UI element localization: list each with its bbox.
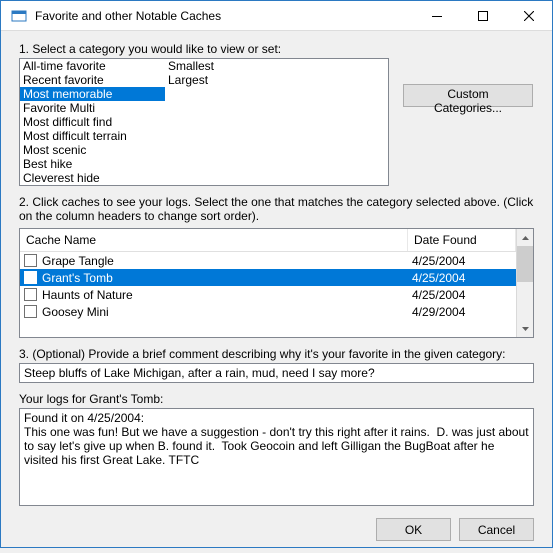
table-row[interactable]: Goosey Mini 4/29/2004 xyxy=(20,303,516,320)
category-listbox[interactable]: All-time favoriteSmallestRecent favorite… xyxy=(19,58,389,186)
category-item[interactable]: Most difficult find xyxy=(20,115,165,129)
step3-label: 3. (Optional) Provide a brief comment de… xyxy=(19,347,534,361)
cache-name-cell: Grape Tangle xyxy=(20,254,408,268)
cache-name: Haunts of Nature xyxy=(42,288,133,302)
category-item[interactable]: All-time favorite xyxy=(20,59,165,73)
category-item[interactable]: Smallest xyxy=(165,59,310,73)
logs-textarea[interactable] xyxy=(19,408,534,506)
category-item[interactable] xyxy=(165,171,310,185)
custom-categories-button[interactable]: Custom Categories... xyxy=(403,84,533,107)
row-checkbox[interactable] xyxy=(24,288,37,301)
column-header-date[interactable]: Date Found xyxy=(408,229,516,251)
cache-date-cell: 4/29/2004 xyxy=(408,305,516,319)
category-item[interactable]: Most memorable xyxy=(20,87,165,101)
close-button[interactable] xyxy=(506,1,552,31)
category-item[interactable] xyxy=(165,185,310,186)
scroll-thumb[interactable] xyxy=(517,246,533,282)
cache-name-cell: Haunts of Nature xyxy=(20,288,408,302)
cache-date-cell: 4/25/2004 xyxy=(408,288,516,302)
column-header-name[interactable]: Cache Name xyxy=(20,229,408,251)
window-title: Favorite and other Notable Caches xyxy=(35,9,414,23)
step2-label: 2. Click caches to see your logs. Select… xyxy=(19,195,534,223)
table-row[interactable]: Grant's Tomb 4/25/2004 xyxy=(20,269,516,286)
category-item[interactable] xyxy=(165,101,310,115)
maximize-button[interactable] xyxy=(460,1,506,31)
cache-date-cell: 4/25/2004 xyxy=(408,271,516,285)
category-item[interactable] xyxy=(165,157,310,171)
category-item[interactable]: Best hike xyxy=(20,157,165,171)
cache-date-cell: 4/25/2004 xyxy=(408,254,516,268)
cache-name: Goosey Mini xyxy=(42,305,109,319)
cache-list: Cache Name Date Found Grape Tangle 4/25/2… xyxy=(19,228,534,338)
dialog-window: Favorite and other Notable Caches 1. Sel… xyxy=(0,0,553,548)
cache-list-header: Cache Name Date Found xyxy=(20,229,516,252)
cancel-button[interactable]: Cancel xyxy=(459,518,534,541)
titlebar: Favorite and other Notable Caches xyxy=(1,1,552,31)
category-item[interactable]: Most scenic xyxy=(20,143,165,157)
category-item[interactable] xyxy=(165,129,310,143)
category-item[interactable]: Recent favorite xyxy=(20,73,165,87)
table-row[interactable]: Grape Tangle 4/25/2004 xyxy=(20,252,516,269)
scroll-up-button[interactable] xyxy=(517,229,533,246)
category-item[interactable]: Favorite Multi xyxy=(20,101,165,115)
category-item[interactable]: Most embarrassing xyxy=(20,185,165,186)
scroll-down-button[interactable] xyxy=(517,320,533,337)
row-checkbox[interactable] xyxy=(24,305,37,318)
row-checkbox[interactable] xyxy=(24,254,37,267)
category-item[interactable] xyxy=(165,143,310,157)
step1-label: 1. Select a category you would like to v… xyxy=(19,42,534,56)
dialog-content: 1. Select a category you would like to v… xyxy=(1,31,552,553)
scroll-track[interactable] xyxy=(517,246,533,320)
table-row[interactable]: Haunts of Nature 4/25/2004 xyxy=(20,286,516,303)
cache-name-cell: Grant's Tomb xyxy=(20,271,408,285)
cache-name: Grape Tangle xyxy=(42,254,114,268)
cache-list-scrollbar[interactable] xyxy=(516,229,533,337)
ok-button[interactable]: OK xyxy=(376,518,451,541)
app-icon xyxy=(9,6,29,26)
dialog-footer: OK Cancel xyxy=(19,506,534,541)
category-item[interactable] xyxy=(165,87,310,101)
category-item[interactable] xyxy=(165,115,310,129)
comment-input[interactable] xyxy=(19,363,534,383)
category-item[interactable]: Largest xyxy=(165,73,310,87)
cache-name: Grant's Tomb xyxy=(42,271,113,285)
row-checkbox[interactable] xyxy=(24,271,37,284)
logs-label: Your logs for Grant's Tomb: xyxy=(19,392,534,406)
cache-name-cell: Goosey Mini xyxy=(20,305,408,319)
category-item[interactable]: Most difficult terrain xyxy=(20,129,165,143)
category-item[interactable]: Cleverest hide xyxy=(20,171,165,185)
minimize-button[interactable] xyxy=(414,1,460,31)
